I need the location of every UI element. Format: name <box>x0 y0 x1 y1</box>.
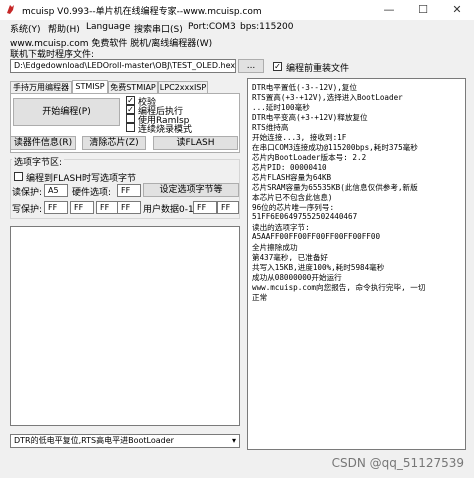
menu-bps[interactable]: bps:115200 <box>240 22 294 32</box>
chevron-down-icon: ▾ <box>231 436 236 445</box>
menu-help[interactable]: 帮助(H) <box>48 22 80 35</box>
log-line: www.mcuisp.com向您报告, 命令执行完毕, 一切 <box>252 283 426 292</box>
menu-language[interactable]: Language <box>86 22 130 32</box>
read-device-info-button[interactable]: 读器件信息(R) <box>10 136 76 150</box>
run-after-program-checkbox[interactable]: ✓ <box>126 105 135 114</box>
continuous-mode-checkbox[interactable] <box>126 123 135 132</box>
verify-checkbox[interactable]: ✓ <box>126 96 135 105</box>
file-path-input[interactable]: D:\Edgedownload\LEDOroll-master\OBJ\TEST… <box>10 59 236 73</box>
reset-mode-value: DTR的低电平复位,RTS高电平进BootLoader <box>14 436 174 445</box>
log-line: A5AAFF00FF00FF00FF00FF00FF00 <box>252 232 381 241</box>
hw-option-input[interactable]: FF <box>117 184 141 197</box>
log-line: 正常 <box>252 293 268 302</box>
menu-port[interactable]: Port:COM3 <box>188 22 236 32</box>
write-protect-label: 写保护: <box>12 205 43 215</box>
option-bytes-label: 选项字节区: <box>12 155 65 168</box>
write-option-bytes-checkbox[interactable] <box>14 172 23 181</box>
reload-file-label: 编程前重装文件 <box>286 64 350 74</box>
continuous-mode-label: 连续烧录模式 <box>138 125 193 135</box>
read-protect-label: 读保护: <box>12 188 43 198</box>
hw-option-label: 硬件选项: <box>72 188 112 198</box>
maximize-button[interactable]: ☐ <box>406 0 440 20</box>
browse-button[interactable]: ... <box>238 59 264 73</box>
menu-system[interactable]: 系统(Y) <box>10 22 41 35</box>
log-line: 51FF6E06497552502440467 <box>252 212 358 221</box>
set-option-bytes-button[interactable]: 设定选项字节等 <box>143 183 239 197</box>
tab-lpc2xxxisp[interactable]: LPC2xxxISP <box>158 81 208 93</box>
write-option-bytes-label: 编程到FLASH时写选项字节 <box>26 174 137 184</box>
write-protect-input-1[interactable]: FF <box>44 201 68 214</box>
log-output[interactable]: DTR电平置低(-3--12V),复位 RTS置高(+3-+12V),选择进入B… <box>247 78 466 450</box>
reset-mode-select[interactable]: DTR的低电平复位,RTS高电平进BootLoader ▾ <box>10 434 240 448</box>
user-data-input-2[interactable]: FF <box>217 201 239 214</box>
write-protect-input-4[interactable]: FF <box>117 201 141 214</box>
minimize-button[interactable]: — <box>372 0 406 20</box>
close-button[interactable]: ✕ <box>440 0 474 20</box>
write-protect-input-2[interactable]: FF <box>70 201 94 214</box>
start-programming-button[interactable]: 开始编程(P) <box>13 98 120 126</box>
app-logo-icon <box>7 5 14 14</box>
read-flash-button[interactable]: 读FLASH <box>153 136 238 150</box>
menu-search-port[interactable]: 搜索串口(S) <box>134 22 183 35</box>
use-ramisp-checkbox[interactable] <box>126 114 135 123</box>
watermark: CSDN @qq_51127539 <box>331 456 464 470</box>
tab-stmisp[interactable]: STMISP <box>72 80 108 94</box>
read-protect-input[interactable]: A5 <box>44 184 68 197</box>
user-data-input-1[interactable]: FF <box>193 201 217 214</box>
reload-file-checkbox[interactable]: ✓ <box>273 62 282 71</box>
info-panel <box>10 226 240 426</box>
window-title: mcuisp V0.993--单片机在线编程专家--www.mcuisp.com <box>22 7 262 17</box>
erase-chip-button[interactable]: 清除芯片(Z) <box>82 136 146 150</box>
tab-free-stmiap[interactable]: 免费STMIAP <box>108 81 158 93</box>
tab-handheld-programmer[interactable]: 手持万用编程器 <box>10 81 72 93</box>
user-data-label: 用户数据0-1 <box>143 205 194 215</box>
